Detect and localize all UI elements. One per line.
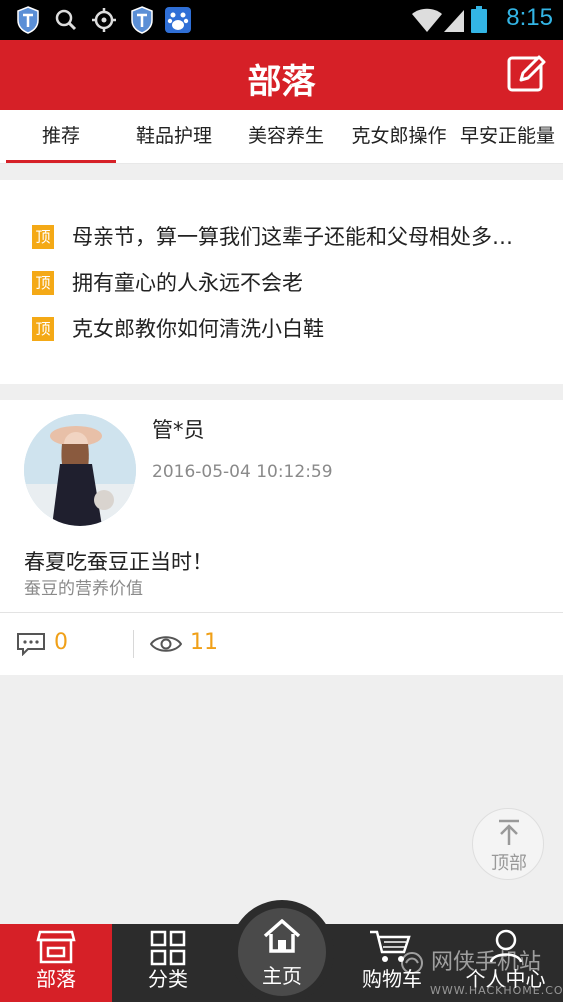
pinned-item-title: 母亲节，算一算我们这辈子还能和父母相处多… <box>72 225 513 249</box>
post-timestamp: 2016-05-04 10:12:59 <box>152 462 333 482</box>
nav-label: 主页 <box>262 964 302 988</box>
pinned-item-title: 拥有童心的人永远不会老 <box>72 271 303 295</box>
view-count: 11 <box>150 628 250 658</box>
comment-icon <box>17 633 45 656</box>
pin-badge: 顶 <box>32 225 54 249</box>
tab-label: 早安正能量 <box>460 125 556 147</box>
pinned-item[interactable]: 顶 拥有童心的人永远不会老 <box>32 268 532 298</box>
pinned-item[interactable]: 顶 克女郎教你如何清洗小白鞋 <box>32 314 532 344</box>
tab-operation[interactable]: 克女郎操作 <box>342 110 456 163</box>
status-bar: 8:15 <box>0 0 563 40</box>
category-tabs: 推荐 鞋品护理 美容养生 克女郎操作 早安正能量 <box>0 110 563 164</box>
back-to-top-button[interactable]: 顶部 <box>472 808 544 880</box>
post-subtitle: 蚕豆的营养价值 <box>24 579 143 599</box>
page-title: 部落 <box>247 62 316 102</box>
tab-label: 克女郎操作 <box>351 125 447 147</box>
back-to-top-label: 顶部 <box>491 853 527 874</box>
divider <box>0 612 563 613</box>
pinned-list: 顶 母亲节，算一算我们这辈子还能和父母相处多… 顶 拥有童心的人永远不会老 顶 … <box>0 180 563 384</box>
stat-divider <box>133 630 134 658</box>
shield-icon <box>17 6 39 34</box>
post-title: 春夏吃蚕豆正当时！ <box>24 550 213 574</box>
tab-shoe-care[interactable]: 鞋品护理 <box>118 110 230 163</box>
pinned-item-title: 克女郎教你如何清洗小白鞋 <box>72 317 324 341</box>
category-grid-icon <box>150 930 186 966</box>
watermark-url: WWW.HACKHOME.COM <box>430 984 563 997</box>
tab-label: 鞋品护理 <box>135 125 212 147</box>
tab-label: 美容养生 <box>247 125 324 147</box>
eye-icon <box>150 636 182 652</box>
arrow-up-icon <box>499 819 519 845</box>
tab-recommend[interactable]: 推荐 <box>6 110 116 163</box>
comment-count-value: 0 <box>54 630 68 655</box>
clock: 8:15 <box>506 4 553 31</box>
tab-label: 推荐 <box>41 125 80 147</box>
tab-morning-energy[interactable]: 早安正能量 <box>460 110 563 163</box>
tribe-icon <box>36 930 76 964</box>
pin-badge: 顶 <box>32 317 54 341</box>
shield-icon <box>131 6 153 34</box>
home-icon <box>263 919 301 953</box>
app-header: 部落 <box>0 40 563 110</box>
nav-tribe[interactable]: 部落 <box>0 924 112 1002</box>
nav-label: 分类 <box>148 967 188 991</box>
watermark-logo-icon <box>401 952 423 974</box>
pin-badge: 顶 <box>32 271 54 295</box>
nav-home[interactable]: 主页 <box>238 908 326 996</box>
search-icon <box>55 9 77 31</box>
nav-label: 部落 <box>36 967 76 991</box>
edit-icon[interactable] <box>507 54 547 94</box>
watermark-text: 网侠手机站 <box>431 950 542 975</box>
post-author: 管*员 <box>152 418 205 442</box>
signal-icon <box>444 10 464 32</box>
battery-icon <box>471 6 487 33</box>
post-card[interactable]: 管*员 2016-05-04 10:12:59 春夏吃蚕豆正当时！ 蚕豆的营养价… <box>0 400 563 675</box>
nav-category[interactable]: 分类 <box>112 924 224 1002</box>
comment-count[interactable]: 0 <box>16 628 116 658</box>
wifi-icon <box>412 8 442 32</box>
watermark: 网侠手机站 <box>400 944 541 976</box>
view-count-value: 11 <box>190 630 218 655</box>
baidu-paw-icon <box>165 7 191 33</box>
tab-beauty-health[interactable]: 美容养生 <box>230 110 342 163</box>
avatar[interactable] <box>24 414 136 526</box>
gps-icon <box>92 8 116 32</box>
pinned-item[interactable]: 顶 母亲节，算一算我们这辈子还能和父母相处多… <box>32 222 532 252</box>
avatar-photo <box>24 414 136 526</box>
